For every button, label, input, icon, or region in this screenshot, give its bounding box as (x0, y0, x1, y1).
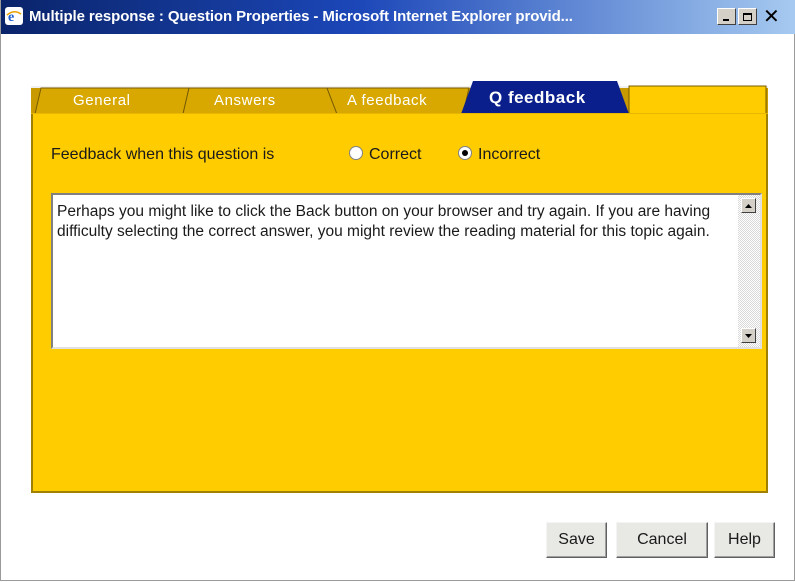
radio-incorrect-label[interactable]: Incorrect (478, 146, 540, 164)
tab-q-feedback[interactable]: Q feedback (489, 88, 586, 108)
scroll-up-arrow-icon (745, 203, 752, 208)
cancel-button[interactable]: Cancel (616, 522, 708, 558)
minimize-button[interactable] (717, 8, 736, 25)
radio-correct[interactable] (349, 146, 363, 160)
window-title: Multiple response : Question Properties … (29, 8, 573, 25)
minimize-icon (723, 18, 729, 21)
feedback-text[interactable]: Perhaps you might like to click the Back… (57, 202, 732, 242)
scroll-down-arrow-icon (745, 333, 752, 338)
feedback-prompt: Feedback when this question is (51, 146, 275, 163)
tab-answers[interactable]: Answers (214, 92, 276, 109)
ie-icon: e (5, 7, 23, 25)
close-icon[interactable]: ✕ (763, 6, 780, 26)
title-bar[interactable]: e Multiple response : Question Propertie… (1, 0, 795, 34)
scroll-down-button[interactable] (741, 328, 756, 343)
help-button[interactable]: Help (714, 522, 775, 558)
textarea-scrollbar[interactable] (738, 195, 760, 347)
maximize-button[interactable] (738, 8, 757, 25)
radio-correct-label[interactable]: Correct (369, 146, 421, 164)
tab-general[interactable]: General (73, 92, 131, 109)
feedback-textarea[interactable]: Perhaps you might like to click the Back… (51, 193, 762, 349)
dialog-window: e Multiple response : Question Propertie… (0, 0, 795, 581)
save-button[interactable]: Save (546, 522, 607, 558)
maximize-icon (743, 12, 752, 21)
radio-incorrect[interactable] (458, 146, 472, 160)
scroll-up-button[interactable] (741, 198, 756, 213)
tab-a-feedback[interactable]: A feedback (347, 92, 427, 109)
